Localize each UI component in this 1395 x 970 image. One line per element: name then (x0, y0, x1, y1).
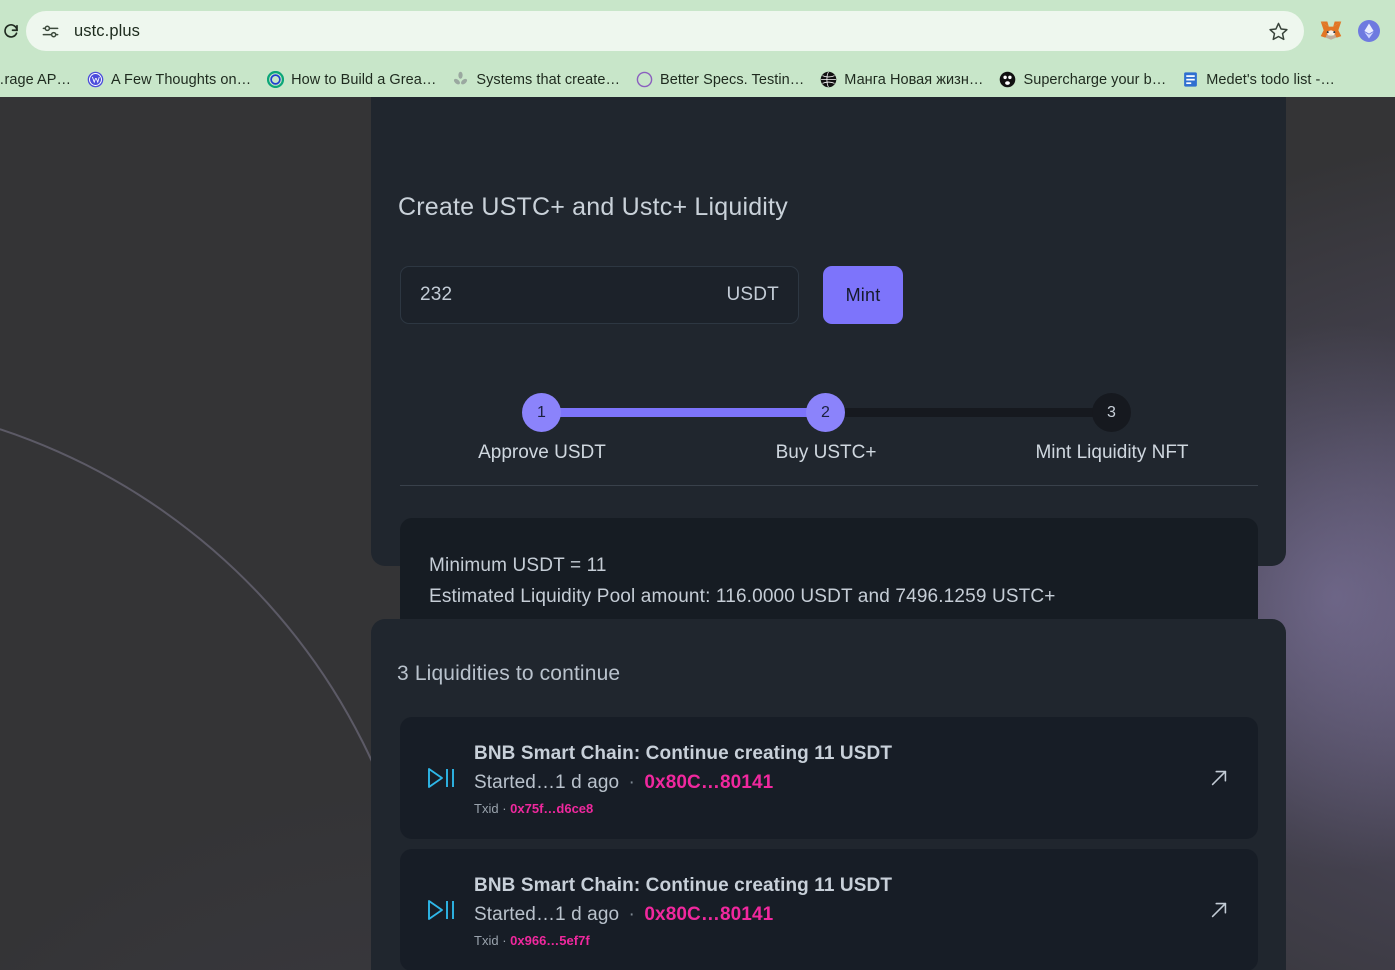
external-link-icon[interactable] (1208, 899, 1230, 921)
list-item[interactable]: BNB Smart Chain: Continue creating 11 US… (400, 849, 1258, 970)
bookmark-label: Medet's todo list -… (1206, 71, 1335, 88)
list-item-subtitle: Started…1 d ago · 0x80C…80141 (474, 899, 1258, 930)
txid-link[interactable]: 0x966…5ef7f (510, 933, 590, 948)
play-pause-icon[interactable] (400, 898, 474, 922)
metamask-extension-icon[interactable] (1318, 18, 1344, 44)
stepper-label-3: Mint Liquidity NFT (1035, 442, 1189, 463)
liquidity-list-title: 3 Liquidities to continue (397, 662, 621, 685)
black-globe-icon (820, 71, 837, 88)
mint-button[interactable]: Mint (823, 266, 903, 324)
play-pause-icon[interactable] (400, 766, 474, 790)
bookmark-item[interactable]: Better Specs. Testin… (628, 68, 812, 91)
omnibox-row: ustc.plus (0, 8, 1395, 54)
bookmark-item[interactable]: Манга Новая жизн… (812, 68, 991, 91)
minimum-usdt-text: Minimum USDT = 11 (429, 555, 607, 576)
txid-separator-dot: · (502, 932, 507, 948)
list-item-subtitle: Started…1 d ago · 0x80C…80141 (474, 767, 1258, 798)
address-bar[interactable]: ustc.plus (26, 11, 1304, 51)
reload-icon[interactable] (0, 22, 20, 40)
page-title: Create USTC+ and Ustc+ Liquidity (398, 193, 788, 221)
mint-card: Create USTC+ and Ustc+ Liquidity 232 USD… (371, 97, 1286, 644)
card-divider (400, 485, 1258, 486)
stepper-node-3[interactable]: 3 (1092, 393, 1131, 432)
list-item-title: BNB Smart Chain: Continue creating 11 US… (474, 742, 893, 764)
list-item-txid: Txid · 0x75f…d6ce8 (474, 798, 1258, 819)
amount-input-value: 232 (420, 284, 453, 305)
bookmark-item[interactable]: Systems that create… (444, 68, 628, 91)
wordpress-icon (87, 71, 104, 88)
wallet-address-link[interactable]: 0x80C…80141 (644, 772, 773, 793)
stepper-node-1[interactable]: 1 (522, 393, 561, 432)
bookmarks-bar: …rage AP… A Few Thoughts on… How to Buil… (0, 62, 1395, 97)
txid-label: Txid (474, 932, 499, 948)
tune-sliders-icon[interactable] (36, 17, 64, 45)
bookmark-label: A Few Thoughts on… (111, 71, 252, 88)
black-circle-icon (999, 71, 1016, 88)
bookmark-item[interactable]: …rage AP… (0, 69, 79, 91)
page-viewport: Create USTC+ and Ustc+ Liquidity 232 USD… (0, 97, 1395, 970)
browser-chrome: ustc.plus rage AP… A Few Thoughts on… Ho… (0, 0, 1395, 97)
liquidity-card: 3 Liquidities to continue BNB Smart Chai… (371, 619, 1286, 970)
stepper-label-2: Buy USTC+ (775, 442, 877, 463)
list-item-title: BNB Smart Chain: Continue creating 11 US… (474, 874, 893, 896)
bookmark-label: Systems that create… (476, 71, 621, 88)
gray-flower-icon (452, 71, 469, 88)
stepper-label-1: Approve USDT (478, 442, 606, 463)
separator-dot: · (628, 771, 635, 793)
stepper-track-completed (543, 408, 833, 417)
progress-stepper: 1 2 3 Approve USDT Buy USTC+ Mint Liquid… (448, 382, 1208, 472)
ring-green-icon (267, 71, 285, 88)
started-text: Started…1 d ago (474, 903, 620, 925)
separator-dot: · (628, 903, 635, 925)
rabby-extension-icon[interactable] (1356, 18, 1382, 44)
url-text: ustc.plus (74, 21, 141, 40)
stepper-node-2[interactable]: 2 (806, 393, 845, 432)
bookmark-item[interactable]: Medet's todo list -… (1174, 68, 1343, 91)
txid-label: Txid (474, 800, 499, 816)
bookmark-label: How to Build a Grea… (291, 71, 437, 88)
bookmark-item[interactable]: Supercharge your b… (991, 68, 1174, 91)
bookmark-label: …rage AP… (0, 71, 72, 88)
bookmark-label: Better Specs. Testin… (660, 71, 805, 88)
txid-separator-dot: · (502, 800, 507, 816)
wallet-address-link[interactable]: 0x80C…80141 (644, 904, 773, 925)
liquidity-list: BNB Smart Chain: Continue creating 11 US… (400, 717, 1258, 970)
list-item-text: BNB Smart Chain: Continue creating 11 US… (474, 738, 1258, 819)
list-item-txid: Txid · 0x966…5ef7f (474, 930, 1258, 951)
external-link-icon[interactable] (1208, 767, 1230, 789)
amount-input[interactable]: 232 USDT (400, 266, 799, 324)
bookmark-label: Supercharge your b… (1023, 71, 1167, 88)
star-icon[interactable] (1266, 19, 1290, 43)
estimated-pool-text: Estimated Liquidity Pool amount: 116.000… (429, 586, 1056, 607)
txid-link[interactable]: 0x75f…d6ce8 (510, 801, 593, 816)
stepper-track-remaining (828, 408, 1123, 417)
bookmark-item[interactable]: A Few Thoughts on… (79, 68, 259, 91)
bookmark-item[interactable]: How to Build a Grea… (259, 68, 444, 91)
list-item-text: BNB Smart Chain: Continue creating 11 US… (474, 870, 1258, 951)
blue-list-icon (1182, 71, 1199, 88)
amount-currency-label: USDT (726, 284, 779, 305)
list-item[interactable]: BNB Smart Chain: Continue creating 11 US… (400, 717, 1258, 839)
started-text: Started…1 d ago (474, 771, 620, 793)
mint-row: 232 USDT Mint (400, 266, 903, 324)
purple-ring-icon (636, 71, 653, 88)
bookmark-label: Манга Новая жизн… (844, 71, 984, 88)
extension-icons (1318, 18, 1382, 44)
